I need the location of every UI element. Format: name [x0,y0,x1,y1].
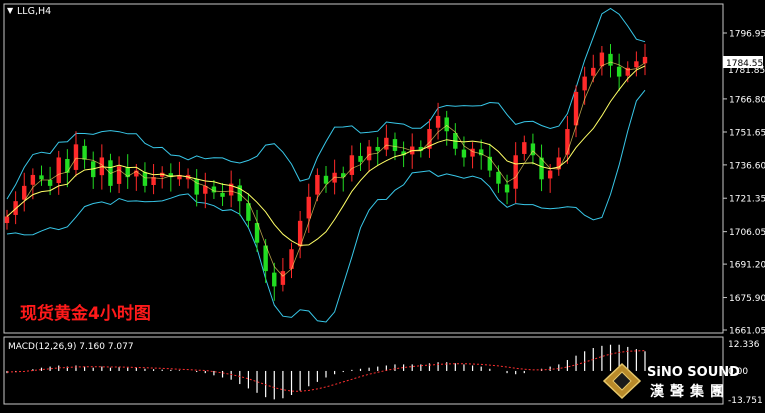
price-tick-label: 1766.80 [729,95,765,105]
candle-body [608,53,613,66]
brand-chinese: 漢聲集團 [650,383,730,400]
candle-body [39,175,44,180]
candle-body [634,61,639,68]
candle-body [470,148,475,157]
candle-body [366,146,372,161]
candle-body [384,137,389,150]
candle-body [358,155,363,162]
price-tick-label: 1736.60 [729,161,765,171]
candle-body [461,149,467,158]
candle-body [220,192,225,197]
candle-body [142,172,148,186]
candle-body [599,52,605,67]
candle-body [504,184,510,193]
panel-title: 现货黄金4小时图 [20,303,151,324]
candle-body [642,56,648,64]
candle-body [82,145,87,160]
price-tick-label: 1691.20 [729,261,765,271]
candle-body [332,172,337,183]
candle-body [565,129,570,155]
candle-body [65,158,70,173]
slow-ma-line [6,65,646,246]
candle-body [547,170,553,179]
price-tick-label: 1721.35 [729,195,765,205]
price-tick-label: 1751.65 [729,129,765,139]
candle-body [496,171,501,184]
candle-body [323,175,329,184]
candles [4,43,648,301]
candle-body [116,166,122,184]
macd-signal-line [6,350,646,392]
chart-menu-icon[interactable]: ▼ [7,6,14,15]
candle-body [272,272,277,287]
candle-body [315,174,320,195]
price-tick-label: 1706.05 [729,228,765,238]
lower-band-line [6,89,646,323]
brand-name: SiNO SOUND [647,365,740,380]
candle-body [522,142,527,154]
candle-body [22,185,27,200]
macd-bottom-tick: -13.751 [728,396,763,406]
candle-body [616,66,622,77]
candle-body [280,271,286,285]
candle-body [4,216,10,224]
macd-label: MACD(12,26,9) 7.160 7.077 [8,342,134,352]
candle-body [73,144,79,170]
candle-body [513,155,518,189]
brand-logo: SiNO SOUND 漢聲集團 [602,362,740,400]
candle-body [194,178,199,195]
candle-body [211,186,217,193]
candle-body [435,115,441,128]
price-tick-label: 1661.05 [729,327,765,337]
candle-body [30,174,36,185]
candle-body [349,155,355,175]
price-tick-label: 1796.95 [729,30,765,40]
candle-body [375,146,380,151]
candle-body [392,139,398,151]
candle-body [56,157,61,184]
macd-top-tick: 12.336 [728,340,760,350]
candle-body [306,196,311,219]
chart-svg: 1796.95 1766.80 1751.65 1736.60 1721.35 1706.… [3,3,765,406]
candle-body [591,67,596,76]
symbol-label: LLG,H4 [17,6,51,17]
candle-body [47,179,53,186]
candle-body [444,117,449,132]
overlap-price-label: 1781.85 [728,66,765,76]
macd-histogram [6,344,646,400]
candle-body [582,76,587,91]
price-tick-label: 1675.90 [729,294,765,304]
chart-root: 1796.95 1766.80 1751.65 1736.60 1721.35 1706.… [0,0,765,409]
